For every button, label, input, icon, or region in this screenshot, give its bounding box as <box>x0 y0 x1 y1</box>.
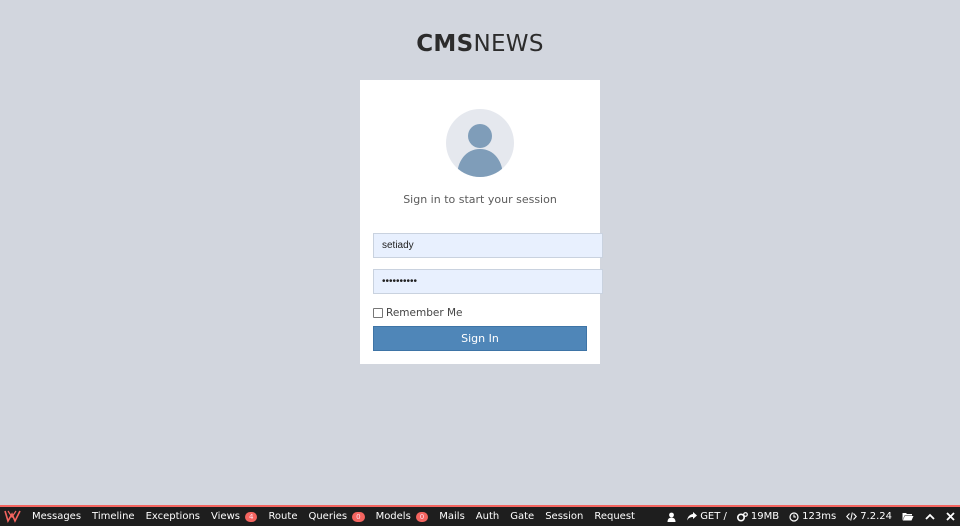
chevron-up-icon[interactable] <box>925 513 935 520</box>
user-icon[interactable] <box>667 512 676 522</box>
debugbar-tab-route[interactable]: Route <box>268 511 297 522</box>
login-box: Sign in to start your session Remember M… <box>360 80 603 364</box>
avatar-icon <box>446 109 514 177</box>
debugbar-tab-auth[interactable]: Auth <box>476 511 499 522</box>
memory-info: 19MB <box>736 511 780 522</box>
logo-bold: CMS <box>416 31 474 57</box>
app-logo: CMSNEWS <box>0 31 960 57</box>
logo-light: NEWS <box>473 31 544 57</box>
debugbar-tab-label: Views <box>211 511 240 522</box>
debugbar-tab-gate[interactable]: Gate <box>510 511 534 522</box>
debugbar-tab-request[interactable]: Request <box>594 511 635 522</box>
code-icon <box>846 512 858 521</box>
debugbar-tab-views[interactable]: Views 4 <box>211 511 258 522</box>
count-badge: 0 <box>415 511 429 522</box>
share-icon <box>687 512 698 521</box>
memory-label: 19MB <box>750 511 780 522</box>
debugbar-tab-models[interactable]: Models 0 <box>376 511 429 522</box>
php-version-info: 7.2.24 <box>846 511 892 522</box>
cogs-icon <box>736 511 748 521</box>
time-info: 123ms <box>789 511 836 522</box>
debugbar-tab-queries[interactable]: Queries 0 <box>308 511 365 522</box>
debugbar-tab-label: Route <box>268 511 298 522</box>
close-icon[interactable] <box>946 512 955 521</box>
sign-in-button[interactable]: Sign In <box>373 326 587 351</box>
remember-checkbox[interactable] <box>373 308 383 318</box>
debugbar-tab-label: Mails <box>439 511 465 522</box>
php-version-label: 7.2.24 <box>860 511 892 522</box>
debugbar-tab-timeline[interactable]: Timeline <box>92 511 135 522</box>
login-subtitle: Sign in to start your session <box>403 193 557 206</box>
clock-icon <box>789 511 799 522</box>
request-info[interactable]: GET / <box>687 511 727 522</box>
debugbar-tab-session[interactable]: Session <box>545 511 583 522</box>
debugbar-tab-messages[interactable]: Messages <box>32 511 81 522</box>
count-badge: 0 <box>352 511 365 522</box>
debugbar-tab-mails[interactable]: Mails <box>439 511 465 522</box>
password-input[interactable] <box>373 269 603 294</box>
remember-me[interactable]: Remember Me <box>373 307 463 319</box>
remember-label: Remember Me <box>386 307 463 319</box>
debugbar-tab-label: Queries <box>308 511 348 522</box>
debugbar-tab-label: Gate <box>510 511 535 522</box>
request-label: GET / <box>700 511 727 522</box>
debugbar-tab-label: Timeline <box>92 511 135 522</box>
debugbar-tab-label: Request <box>594 511 635 522</box>
debug-bar: Messages Timeline Exceptions Views 4 Route Que… <box>0 505 960 526</box>
debugbar-tab-label: Session <box>545 511 584 522</box>
debugbar-tab-label: Messages <box>32 511 82 522</box>
debugbar-tab-label: Auth <box>475 511 500 522</box>
debugbar-logo-icon[interactable] <box>4 509 21 523</box>
debugbar-tab-label: Models <box>375 511 411 522</box>
debugbar-status: GET / 19MB 123ms 7.2.24 <box>667 507 960 526</box>
username-input[interactable] <box>373 233 603 258</box>
time-label: 123ms <box>802 511 837 522</box>
debugbar-tab-exceptions[interactable]: Exceptions <box>146 511 200 522</box>
debugbar-tabs: Messages Timeline Exceptions Views 4 Route Que… <box>32 507 646 526</box>
debugbar-tab-label: Exceptions <box>145 511 201 522</box>
count-badge: 4 <box>244 511 258 522</box>
folder-open-icon[interactable] <box>902 512 914 521</box>
